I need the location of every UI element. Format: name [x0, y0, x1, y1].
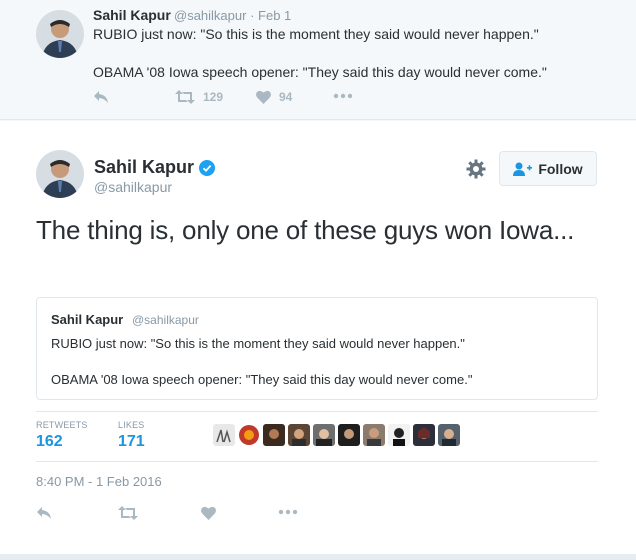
- context-like-button[interactable]: 94: [256, 90, 292, 104]
- liker-avatars: [213, 424, 460, 446]
- main-author-name[interactable]: Sahil Kapur: [94, 157, 216, 178]
- follow-button[interactable]: Follow: [499, 151, 597, 186]
- liker-avatar[interactable]: [288, 424, 310, 446]
- liker-avatar[interactable]: [238, 424, 260, 446]
- context-actions: 129 94: [93, 90, 393, 110]
- context-more-button[interactable]: [333, 93, 353, 99]
- bottom-divider: [0, 554, 636, 560]
- heart-icon: [256, 90, 271, 104]
- context-author-name[interactable]: Sahil Kapur: [93, 7, 171, 23]
- likes-label: LIKES: [118, 420, 145, 430]
- context-reply-button[interactable]: [93, 90, 109, 104]
- liker-avatar[interactable]: [438, 424, 460, 446]
- heart-icon: [201, 506, 216, 520]
- context-text-line-2: OBAMA '08 Iowa speech opener: "They said…: [93, 64, 547, 80]
- main-tweet: Sahil Kapur @sahilkapur Follow The thing…: [0, 121, 636, 554]
- context-avatar[interactable]: [36, 10, 84, 58]
- context-date[interactable]: · Feb 1: [250, 8, 291, 23]
- likes-value: 171: [118, 433, 145, 450]
- context-like-count: 94: [279, 90, 293, 104]
- retweets-value: 162: [36, 433, 63, 450]
- tweet-timestamp[interactable]: 8:40 PM - 1 Feb 2016: [36, 474, 162, 489]
- retweets-label: RETWEETS: [36, 420, 88, 430]
- like-button[interactable]: [201, 506, 216, 520]
- verified-icon: [199, 159, 216, 176]
- quoted-text-line-2: OBAMA '08 Iowa speech opener: "They said…: [51, 372, 473, 387]
- liker-avatar[interactable]: [388, 424, 410, 446]
- liker-avatar[interactable]: [413, 424, 435, 446]
- context-retweet-count: 129: [203, 90, 224, 104]
- likes-stat[interactable]: LIKES 171: [118, 420, 145, 451]
- retweet-icon: [118, 506, 138, 520]
- liker-avatar[interactable]: [363, 424, 385, 446]
- gear-icon[interactable]: [465, 158, 487, 180]
- quoted-author-handle: @sahilkapur: [132, 313, 199, 327]
- liker-avatar[interactable]: [338, 424, 360, 446]
- more-icon: [333, 93, 353, 99]
- follow-label: Follow: [538, 160, 583, 177]
- tweet-stats: RETWEETS 162 LIKES 171: [36, 411, 598, 462]
- liker-avatar[interactable]: [263, 424, 285, 446]
- retweet-icon: [175, 90, 195, 104]
- quoted-tweet[interactable]: Sahil Kapur @sahilkapur RUBIO just now: …: [36, 297, 598, 400]
- reply-button[interactable]: [36, 506, 52, 520]
- more-button[interactable]: [278, 509, 298, 515]
- context-author-handle[interactable]: @sahilkapur · Feb 1: [174, 8, 291, 23]
- main-tweet-text: The thing is, only one of these guys won…: [36, 215, 575, 245]
- context-text-line-1: RUBIO just now: "So this is the moment t…: [93, 26, 539, 42]
- context-tweet[interactable]: Sahil Kapur @sahilkapur · Feb 1 RUBIO ju…: [0, 0, 636, 120]
- retweets-stat[interactable]: RETWEETS 162: [36, 420, 88, 451]
- reply-icon: [37, 507, 51, 519]
- quoted-text-line-1: RUBIO just now: "So this is the moment t…: [51, 336, 465, 351]
- main-author-name-text[interactable]: Sahil Kapur: [94, 157, 194, 178]
- retweet-button[interactable]: [118, 506, 138, 520]
- main-actions: [36, 506, 336, 526]
- liker-avatar[interactable]: [213, 424, 235, 446]
- more-icon: [278, 509, 298, 515]
- main-author-handle[interactable]: @sahilkapur: [94, 179, 172, 195]
- quoted-author-name: Sahil Kapur: [51, 312, 124, 327]
- main-avatar[interactable]: [36, 150, 84, 198]
- follow-person-icon: [513, 162, 533, 176]
- context-retweet-button[interactable]: 129: [175, 90, 223, 104]
- liker-avatar[interactable]: [313, 424, 335, 446]
- reply-icon: [94, 91, 108, 103]
